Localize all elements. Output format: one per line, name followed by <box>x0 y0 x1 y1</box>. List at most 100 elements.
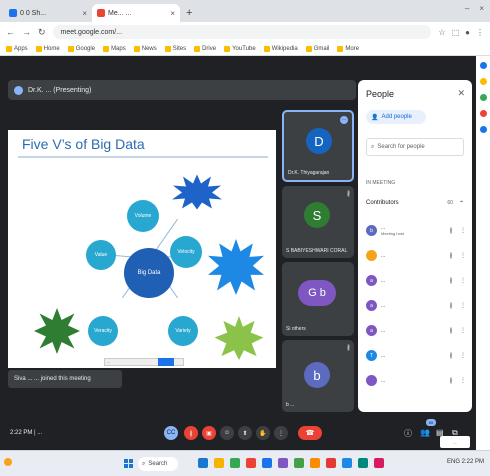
presenter-avatar <box>14 85 23 95</box>
more-options-icon[interactable]: ⋯ <box>340 116 348 124</box>
list-item[interactable]: a ... ∦ ⋮ <box>366 293 466 318</box>
back-icon[interactable]: ← <box>6 27 15 37</box>
close-window-icon[interactable]: × <box>479 4 484 13</box>
participant-name: Dr.K. Thiyagarajan <box>288 170 330 176</box>
app-icon[interactable] <box>246 458 256 468</box>
more-options-icon[interactable]: ⋮ <box>460 302 466 309</box>
app-icon[interactable] <box>230 458 240 468</box>
list-item[interactable]: T ... ∦ ⋮ <box>366 343 466 368</box>
mic-off-icon[interactable]: ∦ <box>446 377 456 384</box>
forward-icon[interactable]: → <box>22 27 31 37</box>
app-icon[interactable] <box>342 458 352 468</box>
mic-off-icon[interactable]: ∦ <box>446 327 456 334</box>
system-tray[interactable]: ENG 2:22 PM <box>447 459 484 465</box>
list-item[interactable]: b ... Meeting host ∦ ⋮ <box>366 218 466 243</box>
more-options-icon[interactable]: ⋮ <box>460 327 466 334</box>
list-item[interactable]: ... ∦ ⋮ <box>366 368 466 393</box>
avatar <box>366 250 377 261</box>
people-icon[interactable]: 👥 <box>420 428 430 437</box>
tab-label: 0 0 Sh... <box>20 9 47 17</box>
star-icon[interactable]: ☆ <box>438 28 445 37</box>
address-bar: ← → ↻ meet.google.com/... ☆ ⬚ ● ⋮ <box>0 22 490 42</box>
people-search-input[interactable]: ⌕ Search for people <box>366 138 464 156</box>
more-options-icon[interactable]: ⋮ <box>460 252 466 259</box>
chevron-up-icon[interactable]: ⌃ <box>459 200 464 207</box>
presentation-slide: Five V’s of Big Data Volume Velocity Var… <box>8 130 276 368</box>
mic-off-button[interactable]: ∦ <box>184 426 198 440</box>
raise-hand-button[interactable]: ✋ <box>256 426 270 440</box>
bookmark-icon <box>67 45 74 52</box>
bookmark-item[interactable]: More <box>337 45 359 52</box>
list-item[interactable]: a ... ∦ ⋮ <box>366 318 466 343</box>
bookmark-icon <box>35 45 42 52</box>
bookmark-item[interactable]: YouTube <box>224 45 256 52</box>
more-options-icon[interactable]: ⋮ <box>460 227 466 234</box>
close-tab-icon[interactable]: × <box>82 9 87 18</box>
bookmark-item[interactable]: Google <box>67 45 95 52</box>
mic-off-icon[interactable]: ∦ <box>446 252 456 259</box>
bookmark-item[interactable]: Gmail <box>305 45 329 52</box>
more-options-icon[interactable]: ⋮ <box>460 352 466 359</box>
app-icon[interactable] <box>358 458 368 468</box>
minimize-icon[interactable]: – <box>465 4 469 13</box>
app-icon[interactable] <box>278 458 288 468</box>
weather-widget[interactable] <box>4 458 12 466</box>
bookmark-item[interactable]: Maps <box>103 45 126 52</box>
profile-icon[interactable]: ● <box>465 28 470 37</box>
bookmark-item[interactable]: Drive <box>194 45 216 52</box>
participant-tile[interactable]: S ∦ S BABIYESHWARI CORAL <box>282 186 354 258</box>
list-item[interactable]: ... ∦ ⋮ <box>366 243 466 268</box>
close-tab-icon[interactable]: × <box>170 9 175 18</box>
participant-name: ... <box>381 327 386 334</box>
participant-tile[interactable]: G b Si others <box>282 262 354 336</box>
menu-icon[interactable]: ⋮ <box>476 28 484 37</box>
info-icon[interactable]: ⓘ <box>404 428 412 439</box>
app-icon[interactable] <box>326 458 336 468</box>
app-icon[interactable] <box>262 458 272 468</box>
avatar: a <box>366 275 377 286</box>
slide-circle-veracity: Veracity <box>88 316 118 346</box>
mic-off-icon[interactable]: ∦ <box>446 302 456 309</box>
contributors-header[interactable]: Contributors 60 ⌃ <box>366 196 464 210</box>
close-icon[interactable]: ✕ <box>457 88 465 99</box>
url-input[interactable]: meet.google.com/... <box>52 25 432 39</box>
more-options-icon[interactable]: ⋮ <box>460 377 466 384</box>
bookmark-item[interactable]: Sites <box>164 45 186 52</box>
captions-button[interactable]: CC <box>164 426 178 440</box>
participant-tile[interactable]: b ∦ b ... <box>282 340 354 412</box>
keep-icon[interactable] <box>479 78 487 85</box>
reload-icon[interactable]: ↻ <box>38 27 46 38</box>
extensions-icon[interactable]: ⬚ <box>452 28 460 37</box>
contacts-icon[interactable] <box>479 110 487 117</box>
bookmark-item[interactable]: News <box>133 45 157 52</box>
mic-off-icon[interactable]: ∦ <box>446 352 456 359</box>
browser-tab-1[interactable]: 0 0 Sh... × <box>4 4 92 22</box>
leave-call-button[interactable]: ☎ <box>298 426 322 440</box>
app-icon[interactable] <box>198 458 208 468</box>
app-icon[interactable] <box>310 458 320 468</box>
add-people-button[interactable]: 👤 Add people <box>366 110 426 124</box>
maps-icon[interactable] <box>479 126 487 133</box>
mic-off-icon[interactable]: ∦ <box>446 227 456 234</box>
windows-start-icon[interactable] <box>124 459 133 468</box>
bookmark-item[interactable]: Home <box>35 45 60 52</box>
participant-tile[interactable]: D ⋯ Dr.K. Thiyagarajan <box>282 110 354 182</box>
bookmark-item[interactable]: Apps <box>6 45 28 52</box>
calendar-icon[interactable] <box>479 62 487 69</box>
present-button[interactable]: ⬆ <box>238 426 252 440</box>
more-options-icon[interactable]: ⋮ <box>460 277 466 284</box>
list-item[interactable]: a ... ∦ ⋮ <box>366 268 466 293</box>
app-icon[interactable] <box>294 458 304 468</box>
app-icon[interactable] <box>214 458 224 468</box>
tasks-icon[interactable] <box>479 94 487 101</box>
app-icon[interactable] <box>374 458 384 468</box>
bookmark-item[interactable]: Wikipedia <box>263 45 298 52</box>
more-options-button[interactable]: ⋮ <box>274 426 288 440</box>
new-tab-button[interactable]: + <box>180 7 198 22</box>
taskbar-search[interactable]: ⌕ Search <box>138 457 178 471</box>
mic-off-icon[interactable]: ∦ <box>446 277 456 284</box>
emoji-button[interactable]: ☺ <box>220 426 234 440</box>
tab-label: Me... ... <box>108 9 132 17</box>
browser-tab-2[interactable]: Me... ... × <box>92 4 180 22</box>
camera-off-button[interactable]: ▣ <box>202 426 216 440</box>
